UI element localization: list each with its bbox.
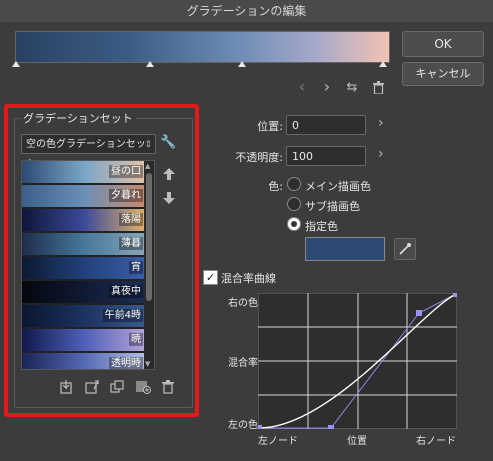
add-gradient-icon[interactable]: [135, 380, 151, 394]
list-item-label: 午前4時: [102, 309, 143, 322]
curve-y-mid-label: 混合率: [228, 358, 258, 369]
specified-color-label: 指定色: [305, 220, 338, 233]
position-input[interactable]: 0: [286, 115, 366, 135]
right-stop-marker[interactable]: [379, 61, 387, 67]
flip-gradient-icon[interactable]: ⇆: [344, 80, 360, 96]
curve-checkbox-label: 混合率曲線: [221, 272, 276, 285]
curve-checkbox[interactable]: ✓: [203, 270, 218, 285]
list-item[interactable]: 真夜中: [22, 281, 146, 303]
window-title: グラデーションの編集: [0, 0, 493, 23]
specified-color-radio[interactable]: [287, 217, 301, 231]
scroll-down-icon[interactable]: ▼: [145, 360, 150, 368]
mid-stop-marker[interactable]: [238, 61, 246, 67]
move-down-icon[interactable]: [162, 191, 176, 205]
list-item-label: 落陽: [119, 213, 143, 226]
prev-node-icon[interactable]: ‹: [295, 79, 309, 95]
main-color-radio[interactable]: [287, 177, 301, 191]
curve-node-end[interactable]: [453, 291, 459, 297]
chevron-updown-icon: ⇕: [144, 140, 152, 150]
list-item-label: 真夜中: [109, 285, 143, 298]
duplicate-icon[interactable]: [110, 380, 124, 394]
color-swatch[interactable]: [305, 237, 385, 261]
list-item[interactable]: 午前4時: [22, 305, 146, 327]
curve-node-start[interactable]: [256, 425, 262, 431]
next-node-icon[interactable]: ›: [320, 79, 334, 95]
list-item[interactable]: 昼の口: [22, 161, 146, 183]
opacity-expand-icon[interactable]: ›: [378, 146, 384, 162]
list-item-label: 暁: [129, 333, 143, 346]
list-item[interactable]: 透明時: [22, 353, 146, 369]
list-item-label: 透明時: [109, 357, 143, 369]
curve-x-right-label: 右ノード: [416, 436, 456, 447]
wrench-icon[interactable]: 🔧: [160, 135, 176, 151]
list-item-label: 夕暮れ: [109, 189, 143, 202]
gradient-set-title: グラデーションセット: [20, 110, 136, 126]
color-label: 色:: [268, 180, 283, 193]
curve-handle-1[interactable]: [328, 425, 334, 431]
list-item[interactable]: 暁: [22, 329, 146, 351]
scroll-up-icon[interactable]: ▲: [145, 162, 150, 170]
gradient-set-select[interactable]: 空の色グラデーションセット ⇕: [21, 134, 156, 170]
export-icon[interactable]: [85, 380, 99, 394]
list-item[interactable]: 宵: [22, 257, 146, 279]
curve-x-left-label: 左ノード: [258, 436, 298, 447]
import-icon[interactable]: [60, 380, 74, 394]
delete-gradient-icon[interactable]: [162, 380, 174, 394]
curve-editor[interactable]: [256, 291, 459, 431]
list-item-label: 宵: [129, 261, 143, 274]
list-item-label: 昼の口: [109, 165, 143, 178]
opacity-label: 不透明度:: [235, 151, 283, 164]
gradient-list[interactable]: 昼の口 夕暮れ 落陽 薄暮 宵 真夜中 午前4時 暁 透明時: [21, 160, 155, 370]
main-color-label: メイン描画色: [305, 180, 371, 193]
position-label: 位置:: [257, 120, 283, 133]
opacity-input[interactable]: 100: [286, 146, 366, 166]
eyedropper-icon[interactable]: [394, 238, 416, 260]
curve-x-mid-label: 位置: [347, 436, 367, 447]
list-item-label: 薄暮: [119, 237, 143, 250]
position-expand-icon[interactable]: ›: [378, 115, 384, 131]
list-item[interactable]: 夕暮れ: [22, 185, 146, 207]
left-stop-marker[interactable]: [12, 61, 20, 67]
delete-node-icon[interactable]: [373, 81, 384, 95]
move-up-icon[interactable]: [162, 167, 176, 181]
list-item[interactable]: 薄暮: [22, 233, 146, 255]
list-item[interactable]: 落陽: [22, 209, 146, 231]
mid-stop-marker[interactable]: [146, 61, 154, 67]
cancel-button[interactable]: キャンセル: [402, 62, 484, 86]
sub-color-radio[interactable]: [287, 197, 301, 211]
curve-y-top-label: 右の色: [228, 298, 258, 309]
sub-color-label: サブ描画色: [305, 200, 360, 213]
curve-handle-2[interactable]: [416, 310, 422, 316]
curve-y-bottom-label: 左の色: [228, 420, 258, 431]
gradient-preview-bar[interactable]: [15, 31, 390, 63]
ok-button[interactable]: OK: [402, 31, 484, 57]
scrollbar-thumb[interactable]: [146, 173, 152, 301]
